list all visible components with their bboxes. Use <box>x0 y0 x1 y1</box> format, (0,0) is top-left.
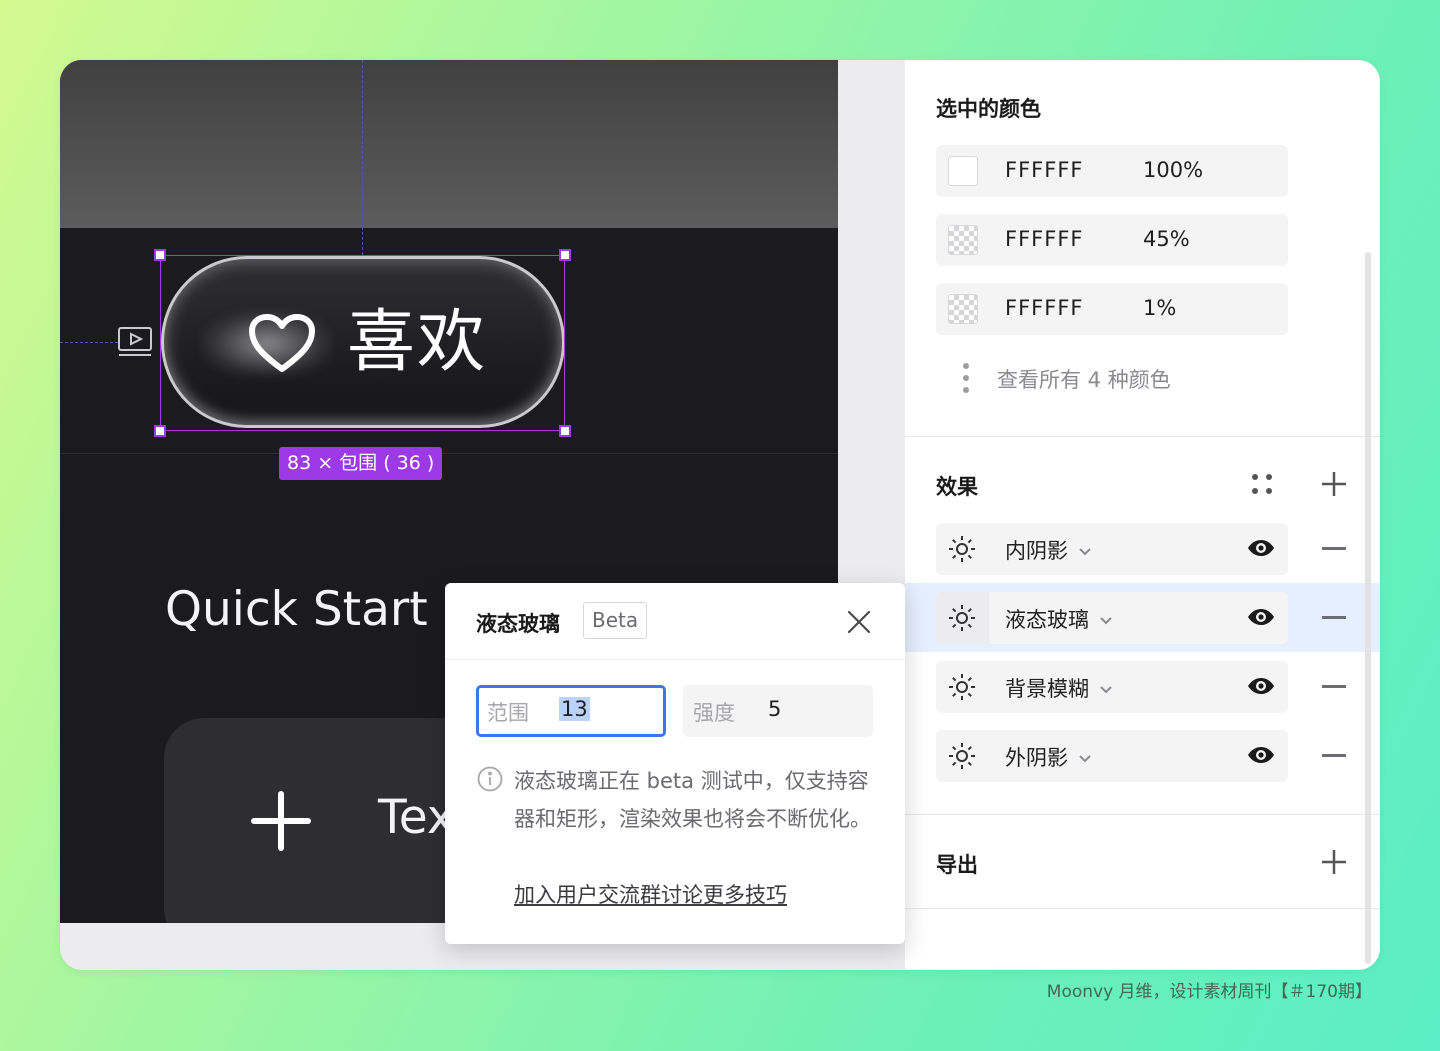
effect-label[interactable]: 背景模糊 <box>1005 673 1113 703</box>
export-title: 导出 <box>936 853 978 877</box>
add-effect-icon[interactable] <box>1320 470 1348 498</box>
color-swatch[interactable] <box>948 156 978 186</box>
canvas-top-frame <box>60 60 838 228</box>
section-divider <box>905 814 1380 815</box>
effect-row-liquid-glass[interactable]: 液态玻璃 <box>936 592 1288 644</box>
strength-label: 强度 <box>693 701 735 725</box>
color-row[interactable]: FFFFFF 1% <box>936 283 1288 335</box>
close-icon[interactable] <box>846 609 872 635</box>
effect-label[interactable]: 液态玻璃 <box>1005 604 1113 634</box>
video-frame-icon[interactable] <box>117 326 153 358</box>
effect-label[interactable]: 外阴影 <box>1005 742 1092 772</box>
color-row[interactable]: FFFFFF 100% <box>936 145 1288 197</box>
popup-title: 液态玻璃 <box>476 612 560 636</box>
resize-handle-tr[interactable] <box>559 249 571 261</box>
popup-divider <box>445 659 905 660</box>
chevron-down-icon <box>1100 686 1112 694</box>
remove-effect-button[interactable] <box>1322 616 1346 619</box>
card-text: Tex <box>378 790 455 845</box>
chevron-down-icon <box>1079 755 1091 763</box>
guide-line-vertical <box>362 60 363 255</box>
resize-handle-tl[interactable] <box>154 249 166 261</box>
info-icon <box>477 766 503 792</box>
properties-panel: 选中的颜色 FFFFFF 100% FFFFFF 45% FFFFFF 1% 查… <box>905 60 1380 970</box>
color-hex[interactable]: FFFFFF <box>1005 227 1083 251</box>
range-label: 范围 <box>487 701 529 725</box>
view-all-colors-link[interactable]: 查看所有 4 种颜色 <box>997 364 1171 394</box>
color-hex[interactable]: FFFFFF <box>1005 158 1083 182</box>
range-input[interactable]: 范围 13 <box>476 685 666 737</box>
color-opacity[interactable]: 1% <box>1143 296 1176 320</box>
panel-scrollbar[interactable] <box>1365 252 1371 964</box>
color-swatch[interactable] <box>948 294 978 324</box>
sun-icon[interactable] <box>948 742 976 770</box>
beta-badge: Beta <box>583 602 648 639</box>
remove-effect-button[interactable] <box>1322 685 1346 688</box>
range-value[interactable]: 13 <box>559 697 590 721</box>
community-link[interactable]: 加入用户交流群讨论更多技巧 <box>514 876 787 914</box>
strength-value[interactable]: 5 <box>768 697 781 721</box>
eye-icon[interactable] <box>1247 537 1275 559</box>
resize-handle-bl[interactable] <box>154 425 166 437</box>
eye-icon[interactable] <box>1247 744 1275 766</box>
canvas-divider <box>60 453 838 454</box>
more-vertical-icon <box>963 363 969 393</box>
size-badge: 83 × 包围 ( 36 ) <box>279 447 443 480</box>
section-divider <box>905 436 1380 437</box>
beta-info-text: 液态玻璃正在 beta 测试中，仅支持容器和矩形，渲染效果也将会不断优化。 <box>514 769 871 831</box>
section-divider <box>905 908 1380 909</box>
selected-colors-title: 选中的颜色 <box>936 97 1041 121</box>
color-opacity[interactable]: 45% <box>1143 227 1190 251</box>
color-opacity[interactable]: 100% <box>1143 158 1203 182</box>
effect-row-background-blur[interactable]: 背景模糊 <box>936 661 1288 713</box>
guide-line-horizontal <box>60 342 118 343</box>
color-swatch[interactable] <box>948 225 978 255</box>
selection-box <box>160 255 565 431</box>
effect-row-inner-shadow[interactable]: 内阴影 <box>936 523 1288 575</box>
color-row[interactable]: FFFFFF 45% <box>936 214 1288 266</box>
effects-title: 效果 <box>936 475 978 499</box>
sun-icon[interactable] <box>948 673 976 701</box>
footer-credit: Moonvy 月维，设计素材周刊【＃170期】 <box>1046 982 1372 1002</box>
eye-icon[interactable] <box>1247 606 1275 628</box>
liquid-glass-popup: 液态玻璃 Beta 范围 13 强度 5 液态玻璃正在 beta 测试中，仅支持… <box>445 583 905 944</box>
effect-row-drop-shadow[interactable]: 外阴影 <box>936 730 1288 782</box>
chevron-down-icon <box>1079 548 1091 556</box>
resize-handle-br[interactable] <box>559 425 571 437</box>
chevron-down-icon <box>1100 617 1112 625</box>
remove-effect-button[interactable] <box>1322 754 1346 757</box>
color-hex[interactable]: FFFFFF <box>1005 296 1083 320</box>
strength-input[interactable]: 强度 5 <box>683 685 873 737</box>
effect-label[interactable]: 内阴影 <box>1005 535 1092 565</box>
grid-dots-icon[interactable] <box>1248 470 1276 498</box>
eye-icon[interactable] <box>1247 675 1275 697</box>
sun-icon[interactable] <box>948 535 976 563</box>
quick-start-heading: Quick Start <box>165 582 428 637</box>
add-export-icon[interactable] <box>1320 848 1348 876</box>
plus-icon <box>251 791 311 851</box>
remove-effect-button[interactable] <box>1322 547 1346 550</box>
sun-icon[interactable] <box>948 604 976 632</box>
